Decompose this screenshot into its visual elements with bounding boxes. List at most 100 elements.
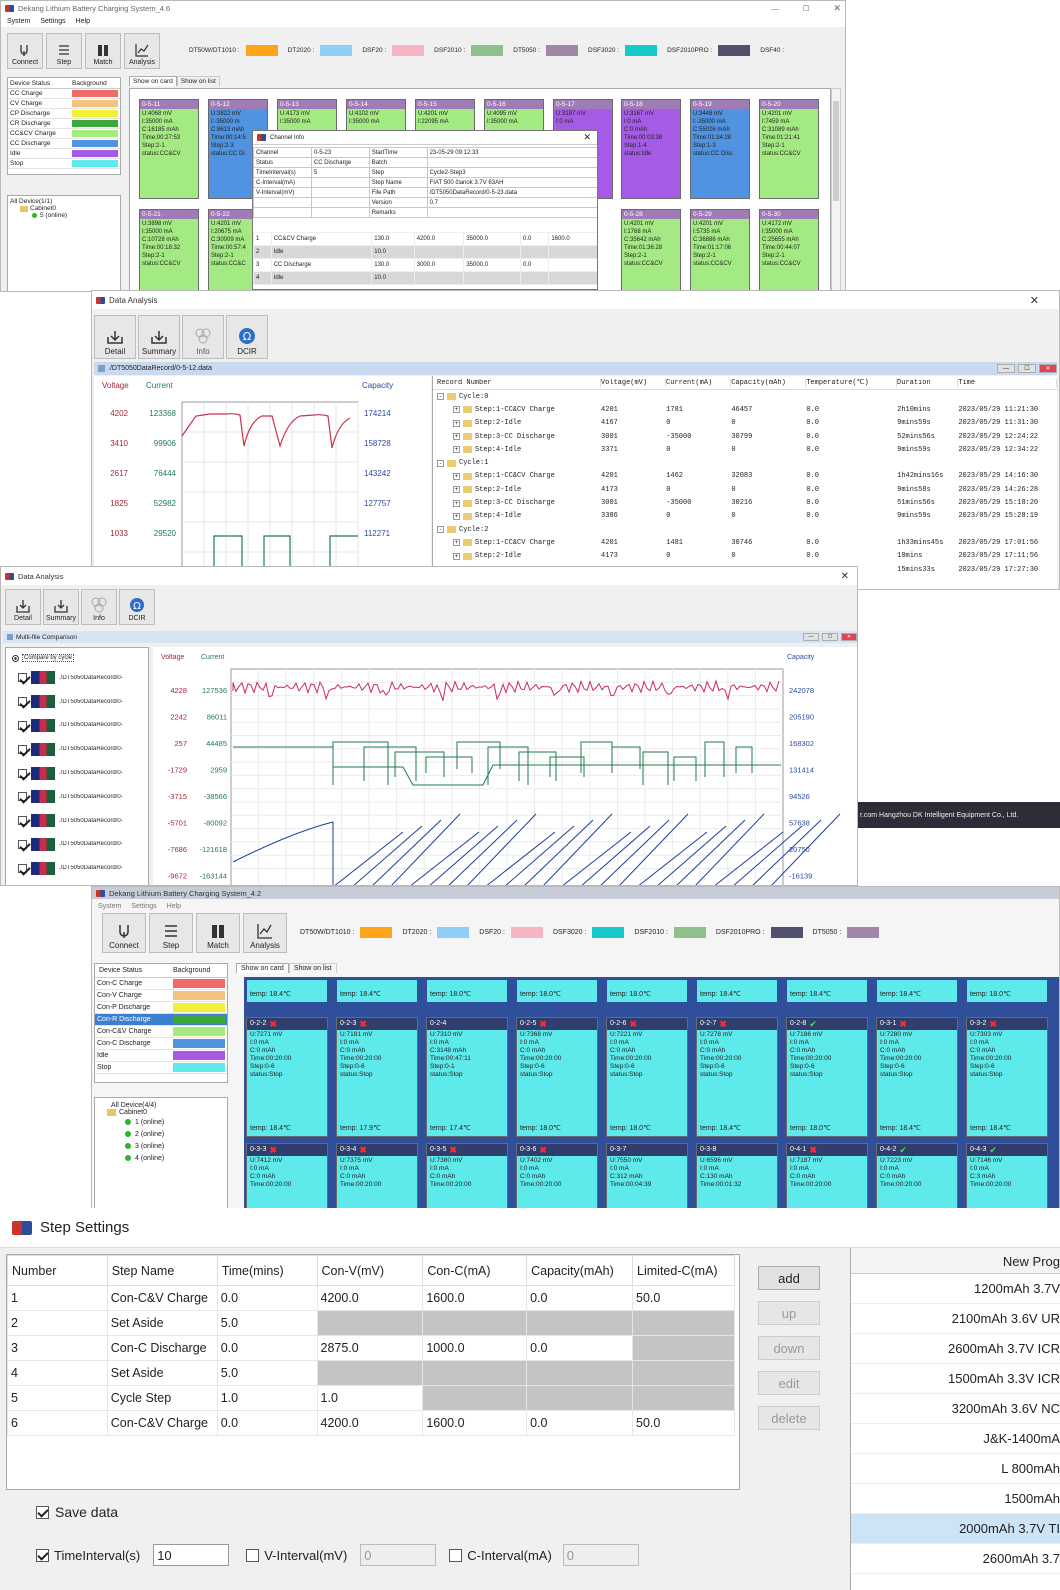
channel-card[interactable]: 0-3-2 ✖ U:7303 mV I:0 mA C:0 mAh Time:00:2… bbox=[966, 1017, 1048, 1137]
step-cell[interactable]: 50.0 bbox=[632, 1285, 735, 1311]
channel-card[interactable]: 0-5-19 U:3448 mV I:-35000 mA C:55026 mAh … bbox=[690, 99, 750, 199]
status-row[interactable]: CV Charge bbox=[8, 99, 120, 109]
step-cell[interactable]: 1.0 bbox=[316, 1385, 424, 1411]
expand-icon[interactable]: - bbox=[437, 459, 444, 467]
status-color-swatch[interactable] bbox=[173, 1015, 225, 1024]
c-interval-input[interactable]: 0 bbox=[562, 1544, 639, 1566]
step-cell[interactable]: 5.0 bbox=[216, 1310, 318, 1336]
tree-unit[interactable]: 2 (online) bbox=[99, 1128, 223, 1140]
step-cell[interactable]: Set Aside bbox=[106, 1360, 218, 1386]
tree-cabinet[interactable]: Cabinet0 bbox=[30, 205, 56, 212]
file-checkbox[interactable] bbox=[18, 792, 27, 802]
step-row[interactable]: 4 Set Aside 5.0 bbox=[7, 1360, 735, 1386]
file-item[interactable]: ./DT5050DataRecord/0- bbox=[6, 809, 148, 833]
tree-root[interactable]: All Device(1/1) bbox=[10, 198, 118, 205]
menu-settings[interactable]: Settings bbox=[131, 903, 156, 910]
file-checkbox[interactable] bbox=[18, 697, 27, 707]
column-header[interactable]: Con-V(mV) bbox=[316, 1255, 424, 1286]
step-cell[interactable]: 5 bbox=[7, 1385, 108, 1411]
channel-card[interactable]: 0-2-3 ✖ U:7181 mV I:0 mA C:0 mAh Time:00:2… bbox=[336, 1017, 418, 1137]
program-item[interactable]: 2000mAh 3.7V TI bbox=[851, 1514, 1060, 1544]
status-color-swatch[interactable] bbox=[173, 1003, 225, 1012]
tab-show-on-card[interactable]: Show on card bbox=[129, 76, 177, 86]
analysis-button[interactable]: Analysis bbox=[243, 913, 287, 953]
tree-unit[interactable]: 4 (online) bbox=[99, 1152, 223, 1164]
status-color-swatch[interactable] bbox=[72, 160, 118, 167]
status-color-swatch[interactable] bbox=[173, 1039, 225, 1048]
v-interval-input[interactable]: 0 bbox=[360, 1544, 437, 1566]
step-cell[interactable] bbox=[422, 1310, 528, 1336]
close-button[interactable]: ✕ bbox=[1039, 364, 1057, 373]
add-button[interactable]: add bbox=[758, 1266, 820, 1290]
status-row[interactable]: Con-C Discharge bbox=[95, 1038, 227, 1050]
detail-button[interactable]: Detail bbox=[94, 315, 136, 359]
compare-by-cycle-radio[interactable]: Compare by cycle bbox=[22, 654, 75, 662]
status-color-swatch[interactable] bbox=[72, 140, 118, 147]
cycle-row[interactable]: - Cycle:2 bbox=[433, 523, 1057, 536]
file-item[interactable]: ./DT5050DataRecord/0- bbox=[6, 737, 148, 761]
program-item[interactable]: 3200mAh 3.6V NC bbox=[851, 1394, 1060, 1424]
step-row[interactable]: + Step:2-Idle 4173 0 0 0.0 9mins58s 2023/05/29 … bbox=[433, 483, 1057, 496]
status-row[interactable]: CC Charge bbox=[8, 89, 120, 99]
status-row[interactable]: Idle bbox=[8, 149, 120, 159]
expand-icon[interactable]: + bbox=[453, 552, 460, 560]
expand-icon[interactable]: + bbox=[453, 419, 460, 427]
status-color-swatch[interactable] bbox=[72, 150, 118, 157]
step-row[interactable]: 5 Cycle Step 1.0 1.0 bbox=[7, 1385, 735, 1411]
close-button[interactable]: ✕ bbox=[841, 633, 857, 641]
maximize-icon[interactable]: ☐ bbox=[803, 4, 810, 13]
column-header[interactable]: Voltage(mV) bbox=[601, 378, 667, 387]
status-color-swatch[interactable] bbox=[72, 90, 118, 97]
step-cell[interactable]: 1 bbox=[7, 1285, 108, 1311]
expand-icon[interactable]: + bbox=[453, 539, 460, 547]
step-row[interactable]: 6 Con-C&V Charge 0.0 4200.0 1600.0 0.0 50.0 bbox=[7, 1410, 735, 1436]
step-row[interactable]: + Step:2-Idle 4167 0 0 0.0 9mins59s 2023/05/29 … bbox=[433, 417, 1057, 430]
column-header[interactable]: Number bbox=[7, 1255, 108, 1286]
step-cell[interactable]: Cycle Step bbox=[106, 1385, 218, 1411]
channel-card[interactable]: 0-2-8 ✔ U:7186 mV I:0 mA C:0 mAh Time:00:2… bbox=[786, 1017, 868, 1137]
radio-icon[interactable] bbox=[12, 654, 19, 662]
status-row[interactable]: Con-R Discharge bbox=[95, 1014, 227, 1026]
step-cell[interactable]: 1600.0 bbox=[422, 1410, 528, 1436]
tree-cabinet[interactable]: Cabinet0 bbox=[119, 1109, 147, 1116]
edit-button[interactable]: edit bbox=[758, 1371, 820, 1395]
step-row[interactable]: 1 Con-C&V Charge 0.0 4200.0 1600.0 0.0 50.0 bbox=[7, 1285, 735, 1311]
minimize-icon[interactable]: — bbox=[771, 4, 779, 13]
step-row[interactable]: + Step:1-CC&CV Charge 4201 1781 46457 0.0 2h10… bbox=[433, 403, 1057, 416]
file-item[interactable]: ./DT5050DataRecord/0- bbox=[6, 833, 148, 857]
step-cell[interactable] bbox=[422, 1360, 528, 1386]
step-row[interactable]: + Step:3-CC Discharge 3001 -35000 30799 0.0 52… bbox=[433, 430, 1057, 443]
channel-card[interactable]: 0-5-18 U:3167 mV I:0 mA C:0 mAh Time:00:0… bbox=[621, 99, 681, 199]
expand-icon[interactable]: + bbox=[453, 472, 460, 480]
tree-unit[interactable]: 1 (online) bbox=[99, 1116, 223, 1128]
expand-icon[interactable]: - bbox=[437, 526, 444, 534]
step-row[interactable]: + Step:4-Idle 3386 0 0 0.0 9mins59s 2023/05/29 … bbox=[433, 510, 1057, 523]
info-button[interactable]: Info bbox=[182, 315, 224, 359]
channel-card[interactable]: 0-2-5 ✖ U:7368 mV I:0 mA C:0 mAh Time:00:2… bbox=[516, 1017, 598, 1137]
close-icon[interactable]: ✕ bbox=[1030, 294, 1039, 307]
expand-icon[interactable]: + bbox=[453, 499, 460, 507]
program-item[interactable]: L 800mAh bbox=[851, 1454, 1060, 1484]
status-row[interactable]: Stop bbox=[8, 159, 120, 169]
v-interval-checkbox[interactable] bbox=[246, 1548, 260, 1562]
time-interval-input[interactable]: 10 bbox=[153, 1544, 230, 1566]
status-row[interactable]: CP Discharge bbox=[8, 109, 120, 119]
dcir-button[interactable]: Ω DCIR bbox=[226, 315, 268, 359]
channel-card[interactable]: 0-2-4 U:7310 mV I:0 mA C:3148 mAh Time:00… bbox=[426, 1017, 508, 1137]
step-cell[interactable] bbox=[316, 1310, 424, 1336]
expand-icon[interactable]: + bbox=[453, 512, 460, 520]
channel-card[interactable]: 0-5-29 U:4201 mV I:5735 mA C:36886 mAh Ti… bbox=[690, 209, 750, 291]
program-item[interactable]: 1200mAh 3.7V bbox=[851, 1274, 1060, 1304]
status-row[interactable]: Idle bbox=[95, 1050, 227, 1062]
status-color-swatch[interactable] bbox=[72, 100, 118, 107]
step-cell[interactable] bbox=[422, 1385, 528, 1411]
c-interval-checkbox[interactable] bbox=[449, 1548, 463, 1562]
status-color-swatch[interactable] bbox=[173, 979, 225, 988]
program-item[interactable]: 2600mAh 3.7V ICR bbox=[851, 1334, 1060, 1364]
step-cell[interactable] bbox=[316, 1360, 424, 1386]
program-item[interactable]: 1500mAh 3.3V ICR bbox=[851, 1364, 1060, 1394]
status-color-swatch[interactable] bbox=[72, 120, 118, 127]
step-row[interactable]: 2 Set Aside 5.0 bbox=[7, 1310, 735, 1336]
column-header[interactable]: Capacity(mAh) bbox=[731, 378, 807, 387]
channel-card[interactable]: 0-2-2 ✖ U:7271 mV I:0 mA C:0 mAh Time:00:2… bbox=[246, 1017, 328, 1137]
